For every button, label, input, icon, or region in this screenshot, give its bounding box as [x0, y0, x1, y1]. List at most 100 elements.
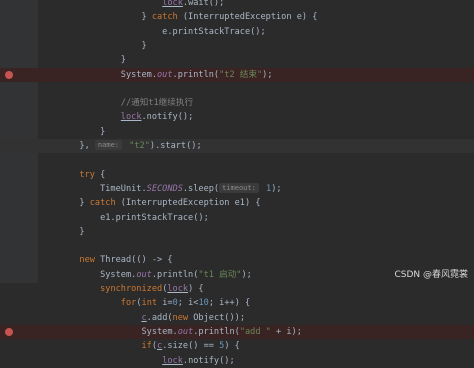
code-token: Object()); — [188, 312, 245, 323]
code-line[interactable]: lock.notify(); — [0, 354, 474, 368]
code-token: try — [79, 169, 95, 180]
code-token: .size() == — [162, 341, 220, 352]
code-token: synchronized — [100, 284, 163, 294]
breakpoint-icon[interactable] — [5, 327, 13, 336]
parameter-hint: name: — [94, 140, 122, 150]
code-line[interactable]: synchronized(lock) { — [0, 282, 474, 296]
code-token: Thread(() -> { — [94, 255, 173, 266]
code-token: ) { — [224, 341, 240, 352]
code-token: "add " — [239, 326, 271, 337]
code-text: TimeUnit.SECONDS.sleep(timeout: 1); — [38, 182, 282, 196]
code-line[interactable]: for(int i=0; i<10; i++) { — [0, 296, 474, 310]
code-token: (InterruptedException e) { — [177, 12, 318, 23]
code-line[interactable]: }, name: "t2").start(); — [0, 139, 474, 153]
code-token: }, — [38, 141, 95, 151]
code-text: } catch (InterruptedException e) { — [38, 10, 317, 24]
code-token: } — [38, 198, 90, 209]
code-token: } — [38, 12, 152, 23]
code-token: .println( — [172, 69, 220, 80]
code-text: if(c.size() == 5) { — [38, 339, 240, 353]
code-text: try { — [38, 168, 105, 182]
code-line[interactable]: //通知t1继续执行 — [0, 96, 474, 110]
code-text: lock.wait(); — [38, 0, 224, 10]
code-line[interactable]: } — [0, 53, 474, 67]
code-line[interactable]: if(c.size() == 5) { — [0, 339, 474, 353]
code-line[interactable]: e.printStackTrace(); — [0, 25, 474, 39]
code-token: i= — [157, 298, 173, 309]
code-line[interactable]: lock.notify(); — [0, 110, 474, 124]
code-token: + i); — [270, 326, 302, 337]
code-token: out — [157, 69, 173, 80]
code-line[interactable]: TimeUnit.SECONDS.sleep(timeout: 1); — [0, 182, 474, 196]
code-text: c.add(new Object()); — [38, 311, 245, 325]
code-token: new — [172, 312, 189, 323]
code-token: int — [141, 298, 158, 309]
code-token: } — [38, 226, 85, 237]
code-token: } — [38, 126, 106, 137]
code-token: ); — [241, 269, 252, 280]
code-token: } — [38, 40, 147, 51]
code-line[interactable]: } catch (InterruptedException e1) { — [0, 196, 474, 210]
code-text: } — [38, 125, 105, 139]
code-line[interactable]: System.out.println("add " + i); — [0, 324, 474, 339]
code-token: System. — [38, 269, 137, 280]
code-token: ); — [271, 183, 282, 194]
code-token: out — [177, 326, 194, 337]
code-line[interactable]: } catch (InterruptedException e) { — [0, 10, 474, 24]
code-text: } catch (InterruptedException e1) { — [38, 196, 261, 210]
code-token: TimeUnit. — [38, 183, 147, 194]
breakpoint-icon[interactable] — [5, 70, 13, 79]
code-token: if — [141, 341, 152, 352]
code-text: } — [38, 39, 147, 53]
code-token: new — [79, 255, 95, 266]
code-token: .println( — [193, 326, 240, 337]
code-text: } — [38, 53, 126, 67]
code-token: (InterruptedException e1) { — [115, 198, 261, 209]
code-token: SECONDS — [146, 183, 183, 194]
code-token: ) { — [188, 284, 204, 294]
code-text: e1.printStackTrace(); — [38, 211, 209, 225]
code-line[interactable]: } — [0, 39, 474, 53]
code-token: ; i++) { — [208, 298, 251, 309]
code-text: System.out.println("t2 结束"); — [38, 68, 273, 82]
code-token: .sleep( — [182, 183, 220, 194]
code-line[interactable]: try { — [0, 168, 474, 182]
code-line[interactable]: c.add(new Object()); — [0, 311, 474, 325]
code-token: .add( — [146, 312, 173, 323]
code-token: lock — [120, 112, 142, 123]
code-token: "t1 启动" — [198, 269, 242, 280]
code-line[interactable]: new Thread(() -> { — [0, 253, 474, 267]
code-line[interactable]: System.out.println("t2 结束"); — [0, 67, 474, 82]
code-token: .println( — [151, 269, 199, 280]
code-text: }, name: "t2").start(); — [38, 139, 202, 153]
code-line[interactable]: lock.wait(); — [0, 0, 474, 10]
code-token: e.printStackTrace(); — [38, 26, 266, 37]
code-token: ).start(); — [149, 141, 202, 151]
code-token: lock — [162, 355, 183, 366]
code-line[interactable] — [0, 239, 474, 253]
code-token: for — [120, 298, 137, 309]
code-line[interactable]: } — [0, 225, 474, 239]
code-line[interactable] — [0, 153, 474, 167]
code-text: synchronized(lock) { — [38, 282, 204, 296]
code-token: } — [38, 55, 126, 66]
code-line[interactable] — [0, 82, 474, 96]
code-token: System. — [38, 69, 157, 80]
code-token: ); — [262, 69, 273, 80]
code-token: e1.printStackTrace(); — [38, 212, 209, 223]
code-line[interactable]: } — [0, 125, 474, 139]
code-line[interactable]: e1.printStackTrace(); — [0, 211, 474, 225]
code-token: 10 — [198, 298, 209, 309]
code-token: .notify(); — [182, 355, 235, 366]
code-text: e.printStackTrace(); — [38, 25, 266, 39]
code-token: catch — [89, 198, 116, 209]
code-text: } — [38, 225, 85, 239]
watermark: CSDN @春风霓裳 — [394, 270, 468, 280]
